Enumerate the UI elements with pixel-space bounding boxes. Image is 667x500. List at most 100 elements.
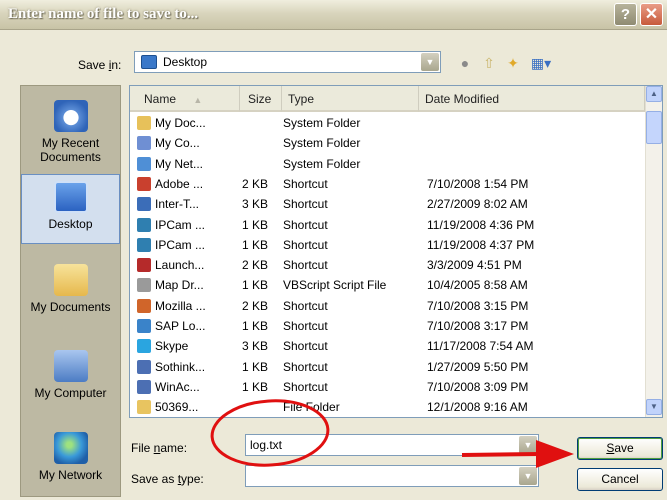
scroll-thumb[interactable] [646,111,662,144]
save-button[interactable]: Save [577,437,663,460]
file-type-cell: Shortcut [283,359,328,374]
file-size-cell: 1 KB [242,217,269,232]
column-size[interactable]: Size [240,86,282,112]
file-modified-cell: 12/1/2008 9:16 AM [427,400,528,415]
file-name-label-tail: ame: [160,441,188,455]
file-row[interactable]: My Net... System Folder [130,154,644,174]
file-icon [137,197,151,212]
file-size-cell: 3 KB [242,197,269,212]
help-button[interactable]: ? [614,3,637,26]
file-name-cell: My Net... [155,156,204,171]
file-icon [137,379,151,394]
file-modified-cell: 2/27/2009 8:02 AM [427,197,528,212]
file-size-cell: 1 KB [242,278,269,293]
file-name-cell: My Doc... [155,116,206,130]
my-documents-icon [53,264,88,296]
file-row[interactable]: My Co... System Folder [130,133,644,153]
file-row[interactable]: My Doc... System Folder [130,113,644,133]
file-icon [137,258,151,273]
file-icon [137,156,151,171]
file-list[interactable]: Name ▲ Size Type Date Modified My Doc...… [129,85,663,418]
chevron-down-icon[interactable]: ▼ [421,53,439,71]
file-row[interactable]: Sothink... 1 KB Shortcut 1/27/2009 5:50 PM [130,357,644,377]
save-in-label: Save in: [78,58,121,72]
my-computer-icon [53,350,88,382]
file-name-cell: My Co... [155,136,200,151]
file-row[interactable]: Skype 3 KB Shortcut 11/17/2008 7:54 AM [130,336,644,356]
view-menu-icon[interactable]: ▦▾ [528,55,554,71]
file-type-cell: Shortcut [283,176,328,191]
file-row[interactable]: Inter-T... 3 KB Shortcut 2/27/2009 8:02 AM [130,194,644,214]
close-button[interactable]: ✕ [640,3,663,26]
chevron-down-icon[interactable]: ▼ [519,467,537,485]
file-icon [137,176,151,191]
file-icon [137,116,151,130]
save-in-dropdown[interactable]: Desktop ▼ [134,51,441,73]
file-size-cell: 1 KB [242,319,269,333]
file-modified-cell: 7/10/2008 1:54 PM [427,176,529,191]
scroll-down-icon[interactable]: ▼ [646,399,662,415]
file-type-cell: File Folder [283,400,340,415]
file-icon [137,319,151,333]
column-name[interactable]: Name ▲ [130,86,240,112]
chevron-down-icon[interactable]: ▼ [519,436,537,454]
file-row[interactable]: 50369... File Folder 12/1/2008 9:16 AM [130,397,644,417]
my-network-icon [53,432,88,464]
file-modified-cell: 7/10/2008 3:17 PM [427,319,529,333]
file-row[interactable]: IPCam ... 1 KB Shortcut 11/19/2008 4:36 PM [130,215,644,235]
file-size-cell: 2 KB [242,298,269,313]
place-label: My Computer [34,386,107,400]
file-name-cell: Launch... [155,258,205,273]
save-in-label-text: Save [78,58,109,72]
file-type-cell: System Folder [283,116,361,130]
file-modified-cell: 7/10/2008 3:15 PM [427,298,529,313]
save-as-type-label-text: Save as [131,472,178,486]
sort-ascending-icon: ▲ [193,95,203,105]
file-size-cell: 3 KB [242,339,269,354]
save-as-type-dropdown[interactable]: ▼ [245,465,539,487]
places-bar: My Recent Documents Desktop My Documents… [20,85,121,497]
file-row[interactable]: Map Dr... 1 KB VBScript Script File 10/4/20… [130,275,644,295]
file-row[interactable]: Launch... 2 KB Shortcut 3/3/2009 4:51 PM [130,255,644,275]
file-size-cell: 1 KB [242,237,269,252]
place-desktop[interactable]: Desktop [21,174,120,244]
file-size-cell: 1 KB [242,379,269,394]
file-icon [137,298,151,313]
place-my-documents[interactable]: My Documents [21,264,120,314]
file-type-cell: Shortcut [283,237,328,252]
file-name-cell: IPCam ... [155,217,206,232]
file-icon [137,217,151,232]
file-name-cell: Map Dr... [155,278,204,293]
file-name-input[interactable]: log.txt ▼ [245,434,539,456]
cancel-button[interactable]: Cancel [577,468,663,491]
file-icon [137,400,151,415]
vertical-scrollbar[interactable]: ▲ ▼ [645,86,662,417]
file-row[interactable]: Adobe ... 2 KB Shortcut 7/10/2008 1:54 PM [130,174,644,194]
file-icon [137,136,151,151]
file-row[interactable]: WinAc... 1 KB Shortcut 7/10/2008 3:09 PM [130,377,644,397]
file-row[interactable]: SAP Lo... 1 KB Shortcut 7/10/2008 3:17 PM [130,316,644,336]
file-row[interactable]: IPCam ... 1 KB Shortcut 11/19/2008 4:37 PM [130,235,644,255]
back-icon[interactable]: ● [456,55,474,71]
file-modified-cell: 11/17/2008 7:54 AM [427,339,534,354]
place-my-computer[interactable]: My Computer [21,350,120,400]
place-recent-documents[interactable]: My Recent Documents [21,100,120,164]
column-date-modified[interactable]: Date Modified [419,86,645,112]
file-name-cell: WinAc... [155,379,200,394]
file-name-cell: IPCam ... [155,237,206,252]
file-type-cell: Shortcut [283,319,328,333]
up-folder-icon[interactable]: ⇧ [480,55,498,71]
file-type-cell: Shortcut [283,197,328,212]
column-type[interactable]: Type [282,86,419,112]
scroll-up-icon[interactable]: ▲ [646,86,662,102]
window-title: Enter name of file to save to... [8,6,199,22]
column-name-label: Name [144,92,177,106]
file-type-cell: Shortcut [283,258,328,273]
file-type-cell: Shortcut [283,298,328,313]
file-row[interactable]: Mozilla ... 2 KB Shortcut 7/10/2008 3:15 PM [130,296,644,316]
file-modified-cell: 1/27/2009 5:50 PM [427,359,529,374]
file-name-cell: Inter-T... [155,197,200,212]
new-folder-icon[interactable]: ✦ [504,55,522,71]
file-icon [137,237,151,252]
place-my-network[interactable]: My Network [21,432,120,482]
